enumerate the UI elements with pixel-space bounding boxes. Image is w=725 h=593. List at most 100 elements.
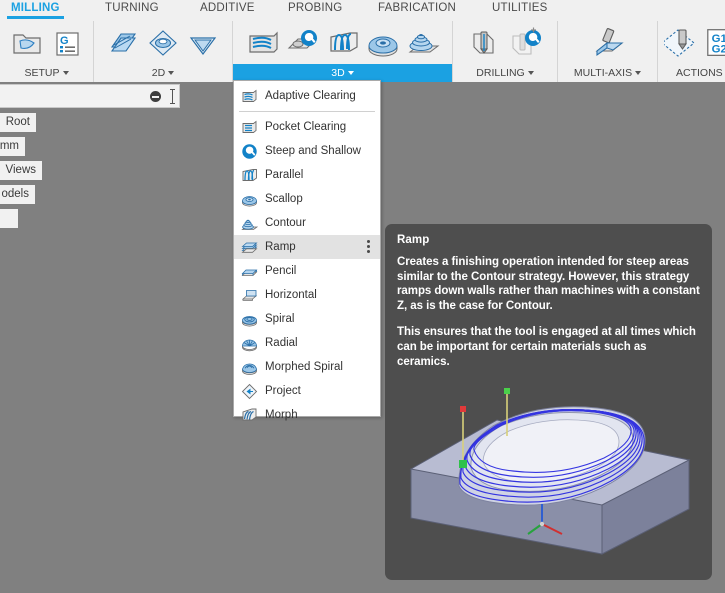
tab-fabrication-label: FABRICATION [378,2,457,14]
minus-circle-icon[interactable] [150,91,161,102]
tab-utilities[interactable]: UTILITIES [492,2,547,14]
menu-item-pencil[interactable]: Pencil [234,259,380,283]
panel-actions-label[interactable]: ACTIONS [658,64,725,82]
face-2d-icon[interactable] [104,23,142,63]
menu-item-ramp[interactable]: Ramp [234,235,380,259]
menu-item-pocket-clearing-label: Pocket Clearing [265,121,347,133]
g1-g2-post-icon[interactable]: G1 G2 [704,23,725,63]
tree-item-views[interactable]: Views [0,161,42,180]
simulate-icon[interactable] [664,23,702,63]
menu-item-scallop[interactable]: Scallop [234,187,380,211]
scallop-icon [241,191,258,208]
menu-item-adaptive-clearing-label: Adaptive Clearing [265,90,356,102]
menu-item-scallop-label: Scallop [265,193,303,205]
panel-3d: 3D [233,21,453,82]
scallop-icon[interactable] [364,23,402,63]
chevron-down-icon [168,71,175,76]
menu-item-steep-and-shallow-label: Steep and Shallow [265,145,361,157]
tree-item-models[interactable]: odels [0,185,35,204]
tab-utilities-label: UTILITIES [492,2,548,14]
panel-multi-axis-label[interactable]: MULTI-AXIS [558,64,657,82]
tab-turning[interactable]: TURNING [105,2,159,14]
menu-item-horizontal-label: Horizontal [265,289,317,301]
tab-fabrication[interactable]: FABRICATION [378,2,456,14]
panel-3d-text: 3D [331,67,345,79]
spiral-icon [241,311,258,328]
tab-milling[interactable]: MILLING [7,2,64,19]
svg-text:G: G [60,35,69,47]
chevron-down-icon [347,71,354,76]
ribbon-panels: G SETUP 2D 3D DRILLING MULTI-AXIS G G AC… [0,21,725,82]
panel-actions-icons: G1 G2 [658,21,725,64]
menu-item-pencil-label: Pencil [265,265,297,277]
menu-item-spiral[interactable]: Spiral [234,307,380,331]
tooltip-paragraph-2: This ensures that the tool is engaged at… [397,326,696,368]
contour-icon [241,215,258,232]
drill-icon[interactable] [466,23,504,63]
tab-additive-label: ADDITIVE [200,2,255,14]
panel-3d-icons [233,21,452,64]
3d-strategy-menu: Adaptive Clearing Pocket Clearing Steep … [233,80,381,421]
panel-actions-text: ACTIONS [676,67,723,79]
tree-item-units-label: mm [0,140,19,152]
ribbon-tab-bar: MILLING TURNING ADDITIVE PROBING FABRICA… [0,0,725,21]
tab-probing[interactable]: PROBING [288,2,342,14]
menu-item-radial-label: Radial [265,337,298,349]
browser-search-bar[interactable] [0,84,180,108]
panel-drilling-icons [453,21,557,64]
adaptive-clearing-icon[interactable] [244,23,282,63]
menu-item-contour[interactable]: Contour [234,211,380,235]
panel-actions: G1 G2 ACTIONS [658,21,725,82]
steep-shallow-icon[interactable] [284,23,322,63]
pencil-icon [241,263,258,280]
panel-2d-text: 2D [151,67,166,79]
panel-setup-icons: G [0,21,93,64]
menu-item-parallel-label: Parallel [265,169,304,181]
pocket-2d-icon[interactable] [144,23,182,63]
tooltip-title: Ramp [397,234,430,246]
tree-item-extra[interactable] [0,209,18,228]
tree-item-views-label: Views [5,164,36,176]
panel-drilling-label[interactable]: DRILLING [453,64,557,82]
tab-turning-label: TURNING [105,2,159,14]
parallel-icon [241,167,258,184]
text-cursor [170,89,175,104]
panel-multi-axis: MULTI-AXIS [558,21,658,82]
multi-axis-icon[interactable] [589,23,627,63]
setup-folder-icon[interactable] [8,23,46,63]
contour-3d-icon[interactable] [404,23,442,63]
menu-item-adaptive-clearing[interactable]: Adaptive Clearing [234,84,380,108]
menu-item-contour-label: Contour [265,217,306,229]
menu-item-steep-and-shallow[interactable]: Steep and Shallow [234,139,380,163]
ramp-tooltip: Ramp Creates a finishing operation inten… [385,224,712,580]
menu-item-morphed-spiral[interactable]: Morphed Spiral [234,355,380,379]
menu-item-ramp-label: Ramp [265,241,296,253]
tab-probing-label: PROBING [288,2,343,14]
tab-additive[interactable]: ADDITIVE [200,2,255,14]
menu-item-morph[interactable]: Morph [234,403,380,427]
drill-add-icon[interactable] [506,23,544,63]
panel-2d-icons [94,21,232,64]
menu-item-horizontal[interactable]: Horizontal [234,283,380,307]
steep-shallow-icon [241,143,258,160]
ramp-icon [241,239,258,256]
panel-drilling: DRILLING [453,21,558,82]
parallel-icon[interactable] [324,23,362,63]
kebab-menu-icon[interactable] [367,240,370,254]
panel-setup: G SETUP [0,21,94,82]
menu-item-radial[interactable]: Radial [234,331,380,355]
menu-item-pocket-clearing[interactable]: Pocket Clearing [234,115,380,139]
chevron-down-icon [527,71,534,76]
panel-2d-label[interactable]: 2D [94,64,232,82]
menu-item-parallel[interactable]: Parallel [234,163,380,187]
panel-setup-label[interactable]: SETUP [0,64,93,82]
g-code-list-icon[interactable]: G [48,23,86,63]
contour-2d-icon[interactable] [184,23,222,63]
menu-item-spiral-label: Spiral [265,313,295,325]
menu-item-morphed-spiral-label: Morphed Spiral [265,361,343,373]
tooltip-paragraph-1: Creates a finishing operation intended f… [397,256,700,312]
tab-milling-label: MILLING [11,2,60,14]
menu-item-project[interactable]: Project [234,379,380,403]
tree-item-units[interactable]: mm [0,137,25,156]
tree-item-root[interactable]: Root [0,113,36,132]
